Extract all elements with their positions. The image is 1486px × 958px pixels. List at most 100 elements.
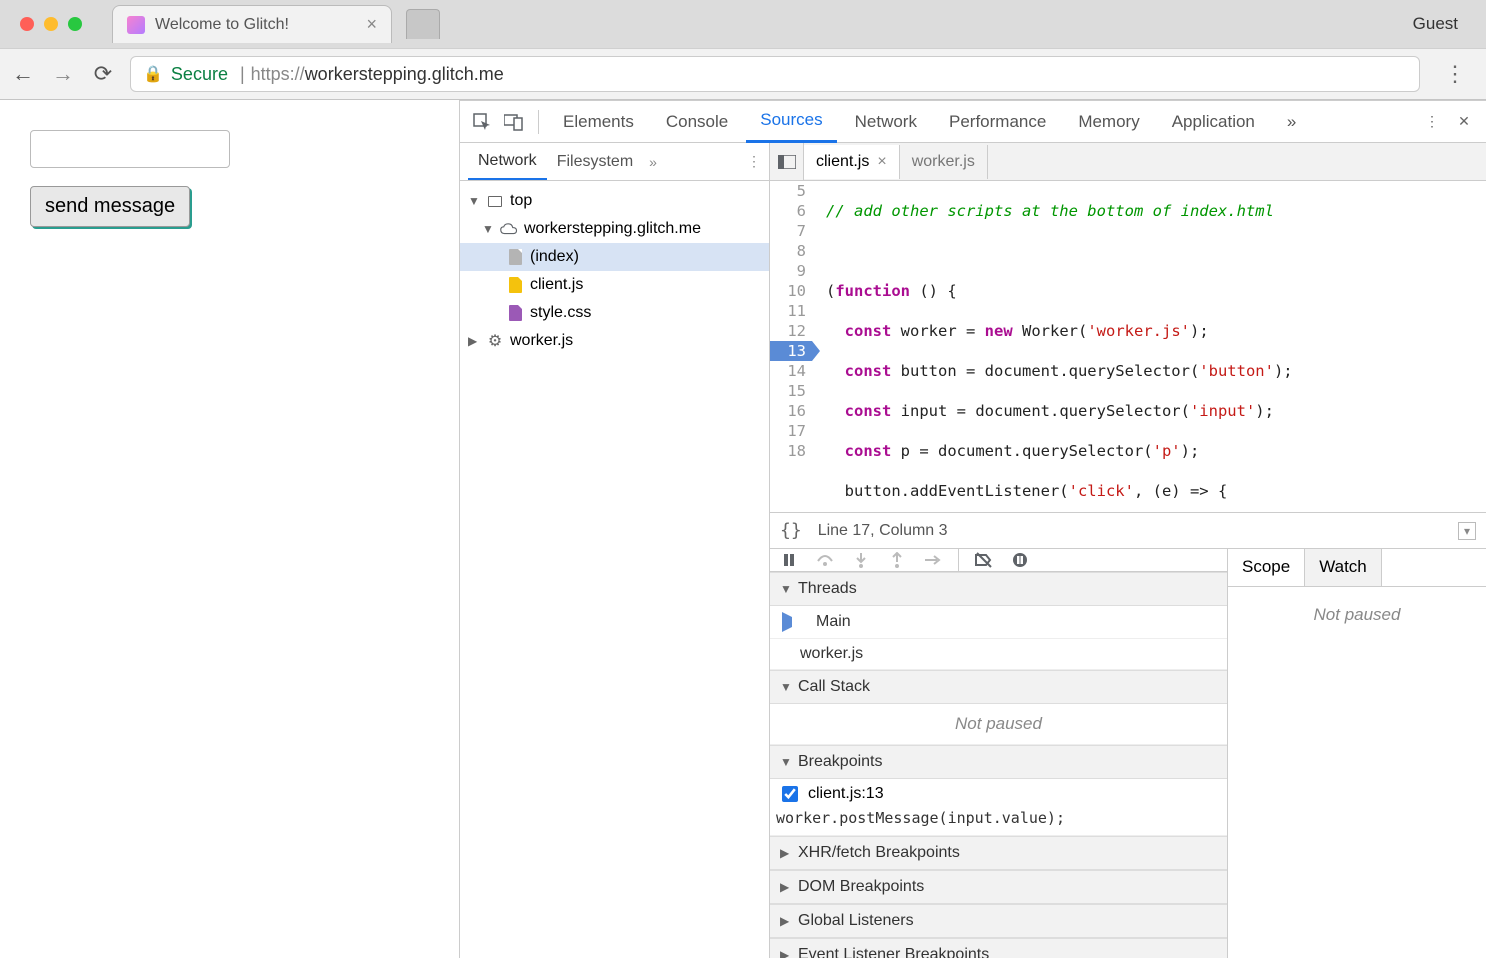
debugger-left: ▼Threads Main worker.js ▼Call Stack Not … — [770, 549, 1228, 958]
watch-tab[interactable]: Watch — [1305, 549, 1382, 586]
profile-label[interactable]: Guest — [1413, 14, 1478, 34]
global-listeners-header[interactable]: ▶ Global Listeners — [770, 904, 1227, 938]
tree-file-index[interactable]: (index) — [460, 243, 769, 271]
url-separator: | — [240, 64, 245, 85]
caret-down-icon: ▼ — [780, 680, 792, 694]
minimize-window-button[interactable] — [44, 17, 58, 31]
line-gutter[interactable]: 56789101112131415161718 — [770, 181, 814, 512]
reload-button[interactable]: ⟳ — [90, 61, 116, 87]
breakpoint-label: client.js:13 — [808, 785, 884, 803]
breakpoints-section-header[interactable]: ▼ Breakpoints — [770, 745, 1227, 779]
caret-down-icon: ▼ — [482, 222, 494, 236]
breakpoint-checkbox[interactable] — [782, 786, 798, 802]
navigator-tabs-overflow[interactable]: » — [649, 154, 657, 170]
separator — [538, 110, 539, 134]
pause-on-exceptions-button[interactable] — [1009, 549, 1031, 571]
cursor-position: Line 17, Column 3 — [818, 522, 948, 540]
sources-body: Network Filesystem » ⋮ ▼ top ▼ — [460, 143, 1486, 958]
threads-section-header[interactable]: ▼Threads — [770, 572, 1227, 606]
toggle-navigator-button[interactable] — [770, 143, 804, 180]
caret-down-icon: ▼ — [780, 755, 792, 769]
caret-right-icon: ▶ — [780, 914, 792, 928]
caret-right-icon: ▶ — [468, 334, 480, 348]
tabs-overflow-button[interactable]: » — [1273, 102, 1310, 142]
navigator-tab-network[interactable]: Network — [468, 144, 547, 180]
tab-network[interactable]: Network — [841, 102, 931, 142]
editor-pane: client.js × worker.js 567891011121314151… — [770, 143, 1486, 958]
js-file-icon — [506, 276, 524, 294]
omnibox[interactable]: 🔒 Secure | https://workerstepping.glitch… — [130, 56, 1420, 92]
thread-main[interactable]: Main — [770, 606, 1227, 639]
breakpoint-item[interactable]: client.js:13 — [770, 779, 1227, 805]
navigator-tabs: Network Filesystem » ⋮ — [460, 143, 769, 181]
dom-breakpoints-header[interactable]: ▶DOM Breakpoints — [770, 870, 1227, 904]
secure-label: Secure — [171, 64, 228, 85]
section-label: Call Stack — [798, 678, 870, 696]
caret-down-icon: ▼ — [468, 194, 480, 208]
tab-application[interactable]: Application — [1158, 102, 1269, 142]
tab-console[interactable]: Console — [652, 102, 742, 142]
step-out-button[interactable] — [886, 549, 908, 571]
separator — [958, 549, 959, 571]
deactivate-breakpoints-button[interactable] — [973, 549, 995, 571]
devtools-close-button[interactable]: ✕ — [1450, 108, 1478, 136]
device-toolbar-icon[interactable] — [500, 108, 528, 136]
css-file-icon — [506, 304, 524, 322]
xhr-breakpoints-header[interactable]: ▶XHR/fetch Breakpoints — [770, 836, 1227, 870]
devtools-tabs: Elements Console Sources Network Perform… — [460, 101, 1486, 143]
debugger-controls — [770, 549, 1227, 572]
navigator-tab-filesystem[interactable]: Filesystem — [547, 145, 643, 179]
message-input[interactable] — [30, 130, 230, 168]
webpage-viewport: send message — [0, 100, 460, 958]
tree-file-stylecss[interactable]: style.css — [460, 299, 769, 327]
editor-tab-label: worker.js — [912, 153, 975, 171]
scope-tab[interactable]: Scope — [1228, 549, 1305, 586]
browser-tab[interactable]: Welcome to Glitch! × — [112, 5, 392, 43]
editor-overflow-button[interactable]: ▾ — [1458, 522, 1476, 540]
document-icon — [506, 248, 524, 266]
scope-not-paused: Not paused — [1314, 605, 1401, 625]
tree-domain[interactable]: ▼ workerstepping.glitch.me — [460, 215, 769, 243]
tab-performance[interactable]: Performance — [935, 102, 1060, 142]
code-content[interactable]: // add other scripts at the bottom of in… — [814, 181, 1486, 512]
tree-worker[interactable]: ▶ ⚙ worker.js — [460, 327, 769, 355]
pretty-print-button[interactable]: {} — [780, 520, 802, 541]
editor-tabs: client.js × worker.js — [770, 143, 1486, 181]
editor-tab-clientjs[interactable]: client.js × — [804, 145, 900, 179]
close-window-button[interactable] — [20, 17, 34, 31]
new-tab-button[interactable] — [406, 9, 440, 39]
tab-sources[interactable]: Sources — [746, 100, 836, 143]
back-button[interactable]: ← — [10, 61, 36, 87]
thread-worker[interactable]: worker.js — [770, 639, 1227, 670]
step-over-button[interactable] — [814, 549, 836, 571]
event-listener-breakpoints-header[interactable]: ▶Event Listener Breakpoints — [770, 938, 1227, 958]
caret-right-icon: ▶ — [780, 846, 792, 860]
inspect-element-icon[interactable] — [468, 108, 496, 136]
step-into-button[interactable] — [850, 549, 872, 571]
browser-menu-button[interactable]: ⋮ — [1434, 61, 1476, 87]
close-icon[interactable]: × — [877, 153, 886, 171]
editor-status-bar: {} Line 17, Column 3 ▾ — [770, 512, 1486, 548]
callstack-section-header[interactable]: ▼ Call Stack — [770, 670, 1227, 704]
editor-tab-workerjs[interactable]: worker.js — [900, 145, 988, 179]
tab-memory[interactable]: Memory — [1064, 102, 1153, 142]
navigator-menu-button[interactable]: ⋮ — [747, 153, 761, 170]
maximize-window-button[interactable] — [68, 17, 82, 31]
devtools-menu-button[interactable]: ⋮ — [1418, 108, 1446, 136]
editor-tab-label: client.js — [816, 153, 869, 171]
forward-button[interactable]: → — [50, 61, 76, 87]
pause-button[interactable] — [778, 549, 800, 571]
tree-file-clientjs[interactable]: client.js — [460, 271, 769, 299]
section-label: Global Listeners — [798, 912, 914, 930]
tab-elements[interactable]: Elements — [549, 102, 648, 142]
gear-icon: ⚙ — [486, 332, 504, 350]
window-icon — [486, 192, 504, 210]
step-button[interactable] — [922, 549, 944, 571]
address-bar: ← → ⟳ 🔒 Secure | https://workerstepping.… — [0, 48, 1486, 100]
code-editor[interactable]: 56789101112131415161718 // add other scr… — [770, 181, 1486, 512]
tree-top[interactable]: ▼ top — [460, 187, 769, 215]
send-message-button[interactable]: send message — [30, 186, 190, 227]
section-label: Breakpoints — [798, 753, 883, 771]
close-tab-button[interactable]: × — [366, 14, 377, 35]
section-label: DOM Breakpoints — [798, 878, 924, 896]
